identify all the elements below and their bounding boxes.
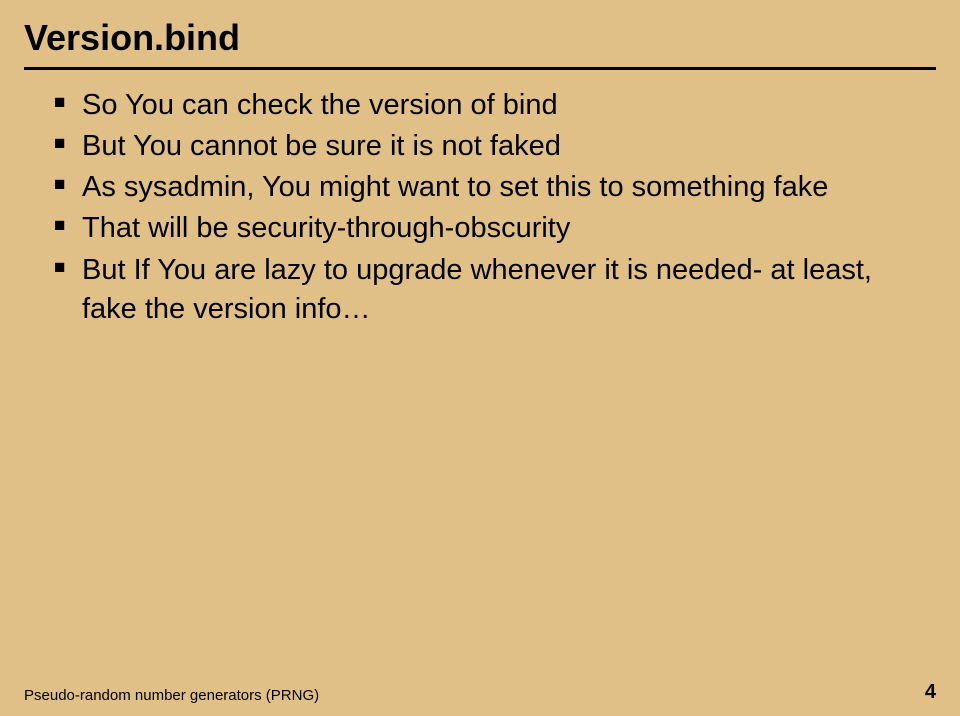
bullet-item: So You can check the version of bind	[54, 86, 906, 125]
title-underline	[24, 67, 936, 70]
page-number: 4	[925, 681, 936, 704]
bullet-item: But You cannot be sure it is not faked	[54, 127, 906, 166]
slide-title: Version.bind	[24, 17, 936, 59]
bullet-list: So You can check the version of bind But…	[54, 86, 906, 329]
bullet-item: As sysadmin, You might want to set this …	[54, 168, 906, 207]
content-area: So You can check the version of bind But…	[54, 86, 906, 331]
footer-text: Pseudo-random number generators (PRNG)	[24, 687, 319, 704]
title-region: Version.bind	[24, 17, 936, 70]
slide: Version.bind So You can check the versio…	[0, 0, 960, 716]
bullet-item: But If You are lazy to upgrade whenever …	[54, 251, 906, 329]
bullet-item: That will be security-through-obscurity	[54, 209, 906, 248]
footer: Pseudo-random number generators (PRNG) 4	[24, 681, 936, 704]
